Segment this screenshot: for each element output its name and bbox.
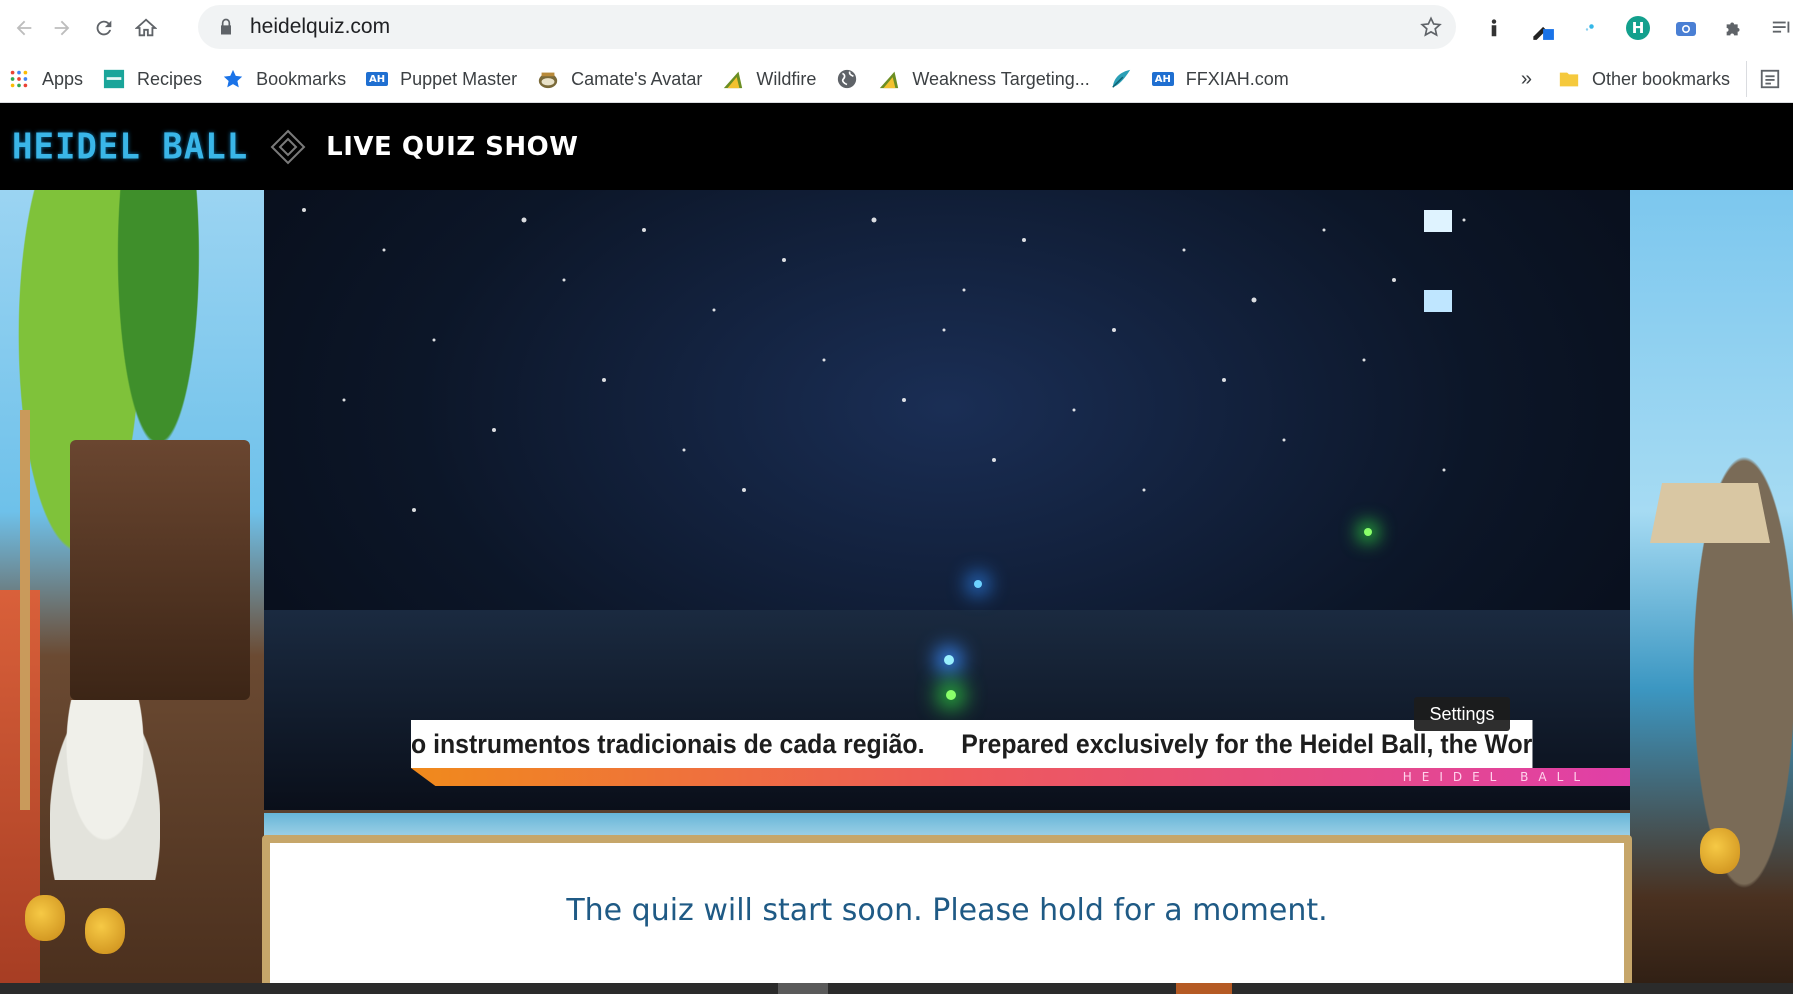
- bookmarks-right: » Other bookmarks: [1505, 56, 1793, 102]
- bookmark-label: Recipes: [137, 68, 203, 89]
- ah-icon: AH: [1151, 68, 1174, 90]
- bookmark-wildfire[interactable]: Wildfire: [712, 61, 826, 97]
- extensions-area: H: [1470, 8, 1793, 48]
- ticker-text: Prepared exclusively for the Heidel Ball…: [961, 729, 1533, 759]
- polar-bear-decoration: [50, 700, 160, 880]
- forward-button[interactable]: [44, 10, 80, 46]
- ticker-text: o instrumentos tradicionais de cada regi…: [411, 729, 925, 759]
- left-scenery: [0, 190, 264, 994]
- web-page: HEIDEL BALL LIVE QUIZ SHOW o instrumento…: [0, 103, 1793, 994]
- star-icon: [222, 68, 244, 90]
- wildfire-icon: [722, 68, 744, 90]
- bookmark-puppet-master[interactable]: AH Puppet Master: [356, 61, 527, 97]
- mast-decoration: [20, 410, 30, 810]
- sparkle-icon[interactable]: [1566, 8, 1614, 48]
- strip-segment: [778, 983, 828, 994]
- reading-list-icon: [1760, 69, 1780, 89]
- recipes-icon: [103, 68, 125, 90]
- pineapple-decoration: [25, 895, 65, 941]
- diamond-icon: [270, 129, 306, 164]
- ticker-brand: HEIDEL BALL: [1402, 770, 1590, 784]
- bookmarks-bar: Apps Recipes Bookmarks AH Puppet Master …: [0, 56, 1793, 103]
- info-icon[interactable]: [1470, 8, 1518, 48]
- lock-icon: [221, 18, 231, 35]
- bookmark-label: FFXIAH.com: [1185, 68, 1289, 89]
- globe-icon: [836, 68, 858, 90]
- quiz-status-message: The quiz will start soon. Please hold fo…: [566, 893, 1328, 928]
- page-title: LIVE QUIZ SHOW: [326, 131, 579, 162]
- stage-light: [974, 580, 982, 588]
- bookmark-feather[interactable]: [1100, 61, 1142, 97]
- settings-tooltip: Settings: [1414, 697, 1510, 731]
- ah-badge: AH: [366, 72, 389, 86]
- site-header: HEIDEL BALL LIVE QUIZ SHOW: [0, 103, 1793, 190]
- heidel-ball-logo[interactable]: HEIDEL BALL: [12, 126, 248, 168]
- stage-light: [1364, 528, 1372, 536]
- url-input[interactable]: [248, 14, 1352, 40]
- bookmark-label: Puppet Master: [400, 68, 518, 89]
- reading-list-button[interactable]: [1746, 61, 1793, 97]
- bookmark-ffxiah[interactable]: AH FFXIAH.com: [1142, 61, 1299, 97]
- bookmark-star-icon[interactable]: [1420, 16, 1442, 38]
- bookmark-bookmarks[interactable]: Bookmarks: [212, 61, 356, 97]
- bookmark-label: Other bookmarks: [1591, 68, 1730, 89]
- bookmark-apps[interactable]: Apps: [0, 61, 93, 97]
- reload-icon: [96, 20, 112, 36]
- bookmarks-overflow-button[interactable]: »: [1505, 61, 1548, 97]
- starfield: [302, 208, 1466, 512]
- bookmark-label: Bookmarks: [256, 68, 347, 89]
- stage-light: [944, 655, 954, 665]
- ah-icon: AH: [366, 68, 389, 90]
- news-ticker: o instrumentos tradicionais de cada regi…: [411, 720, 1533, 768]
- bookmark-recipes[interactable]: Recipes: [93, 61, 212, 97]
- bookmark-label: Wildfire: [756, 68, 817, 89]
- bookmark-globe[interactable]: [826, 61, 868, 97]
- strip-segment: [1176, 983, 1232, 994]
- bookmark-label: Camate's Avatar: [571, 68, 703, 89]
- ah-badge: AH: [1151, 72, 1174, 86]
- ship-decoration: [70, 440, 250, 700]
- feather-icon: [1110, 68, 1132, 90]
- bookmark-label: Apps: [42, 68, 84, 89]
- pineapple-decoration: [85, 908, 125, 954]
- overflow-chevron-icon: »: [1520, 67, 1532, 90]
- apps-grid-icon: [8, 68, 30, 90]
- avatar-icon: [537, 68, 559, 90]
- home-button[interactable]: [128, 10, 164, 46]
- address-bar[interactable]: [198, 5, 1456, 49]
- bookmark-camates-avatar[interactable]: Camate's Avatar: [527, 61, 712, 97]
- camera-icon[interactable]: [1662, 8, 1710, 48]
- home-icon: [135, 18, 157, 37]
- bookmark-weakness-targeting[interactable]: Weakness Targeting...: [868, 61, 1099, 97]
- bookmark-label: Weakness Targeting...: [912, 68, 1090, 89]
- beach-hut-decoration: [1650, 483, 1770, 543]
- quiz-box: The quiz will start soon. Please hold fo…: [270, 843, 1624, 994]
- back-arrow-icon: [16, 20, 32, 36]
- right-scenery: [1630, 190, 1793, 994]
- reading-list-icon[interactable]: [1758, 8, 1793, 48]
- eyedropper-icon[interactable]: [1518, 8, 1566, 48]
- forward-arrow-icon: [54, 20, 70, 36]
- stage-light: [946, 690, 956, 700]
- h-avatar-icon[interactable]: H: [1614, 8, 1662, 48]
- puzzle-icon[interactable]: [1710, 8, 1758, 48]
- video-player[interactable]: o instrumentos tradicionais de cada regi…: [264, 190, 1630, 810]
- h-avatar-letter: H: [1626, 16, 1650, 40]
- folder-icon: [1558, 68, 1580, 90]
- weakness-icon: [878, 68, 900, 90]
- reload-button[interactable]: [86, 10, 122, 46]
- back-button[interactable]: [6, 10, 42, 46]
- other-bookmarks[interactable]: Other bookmarks: [1548, 61, 1740, 97]
- bottom-strip: [0, 983, 1793, 994]
- pineapple-decoration: [1700, 828, 1740, 874]
- browser-toolbar: H: [0, 0, 1793, 56]
